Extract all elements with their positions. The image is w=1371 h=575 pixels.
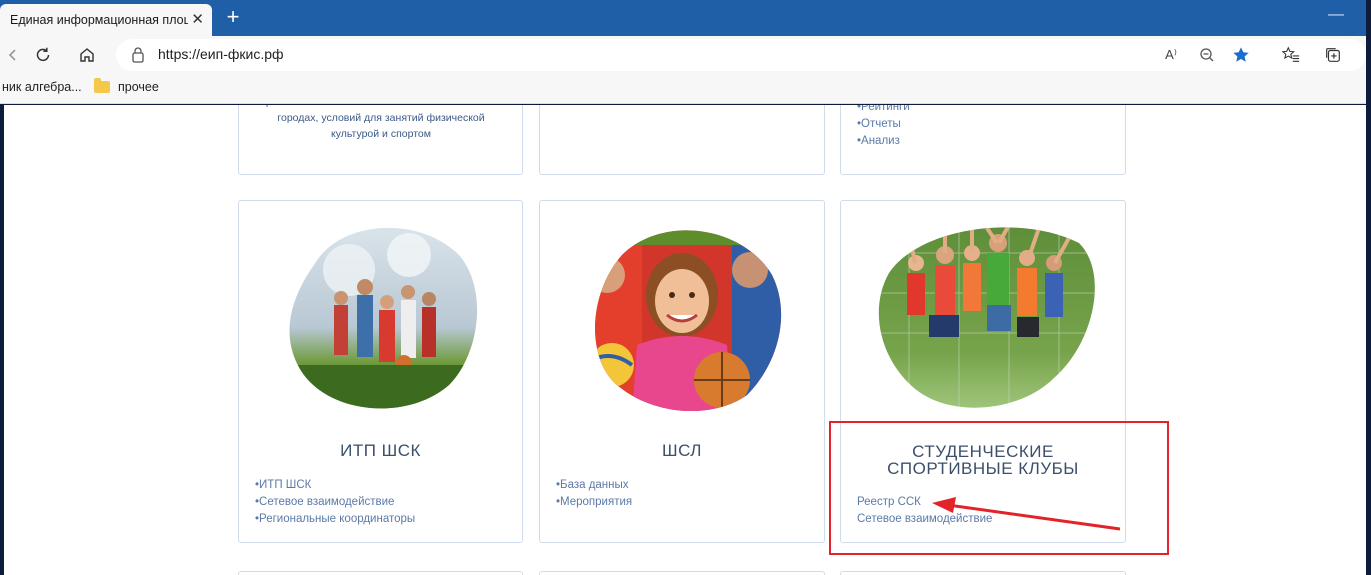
new-tab-button[interactable]: + — [220, 4, 246, 30]
red-arrow-icon — [932, 497, 1121, 531]
back-icon[interactable] — [0, 42, 26, 68]
folder-icon — [94, 78, 110, 93]
url-text[interactable]: https://еип-фкис.рф — [158, 46, 284, 62]
bookmarks-bar: ник алгебра... прочее — [0, 74, 1366, 104]
favorite-star-icon[interactable] — [1230, 44, 1252, 66]
read-aloud-icon[interactable]: A⁾ — [1160, 44, 1182, 66]
tab-title: Единая информационная площ — [10, 13, 188, 27]
tab-bar: Единая информационная площ ✕ + — — [0, 0, 1366, 36]
close-tab-icon[interactable]: ✕ — [191, 10, 204, 28]
favorites-list-icon[interactable] — [1280, 44, 1302, 66]
page-content: расположенных в сельской местности и мал… — [4, 105, 1366, 575]
browser-tab[interactable]: Единая информационная площ ✕ — [0, 4, 212, 36]
collections-icon[interactable] — [1322, 44, 1344, 66]
zoom-out-icon[interactable] — [1196, 44, 1218, 66]
bookmark-item[interactable]: ник алгебра... — [2, 80, 82, 94]
home-icon[interactable] — [74, 42, 100, 68]
browser-toolbar: https://еип-фкис.рф A⁾ — [0, 36, 1366, 74]
address-bar[interactable]: https://еип-фкис.рф A⁾ — [116, 39, 1366, 71]
bookmark-folder[interactable]: прочее — [94, 78, 159, 94]
bookmark-label: ник алгебра... — [2, 80, 82, 94]
bookmark-label: прочее — [118, 80, 159, 94]
lock-icon[interactable] — [130, 46, 146, 69]
minimize-icon[interactable]: — — [1328, 6, 1344, 24]
refresh-icon[interactable] — [30, 42, 56, 68]
